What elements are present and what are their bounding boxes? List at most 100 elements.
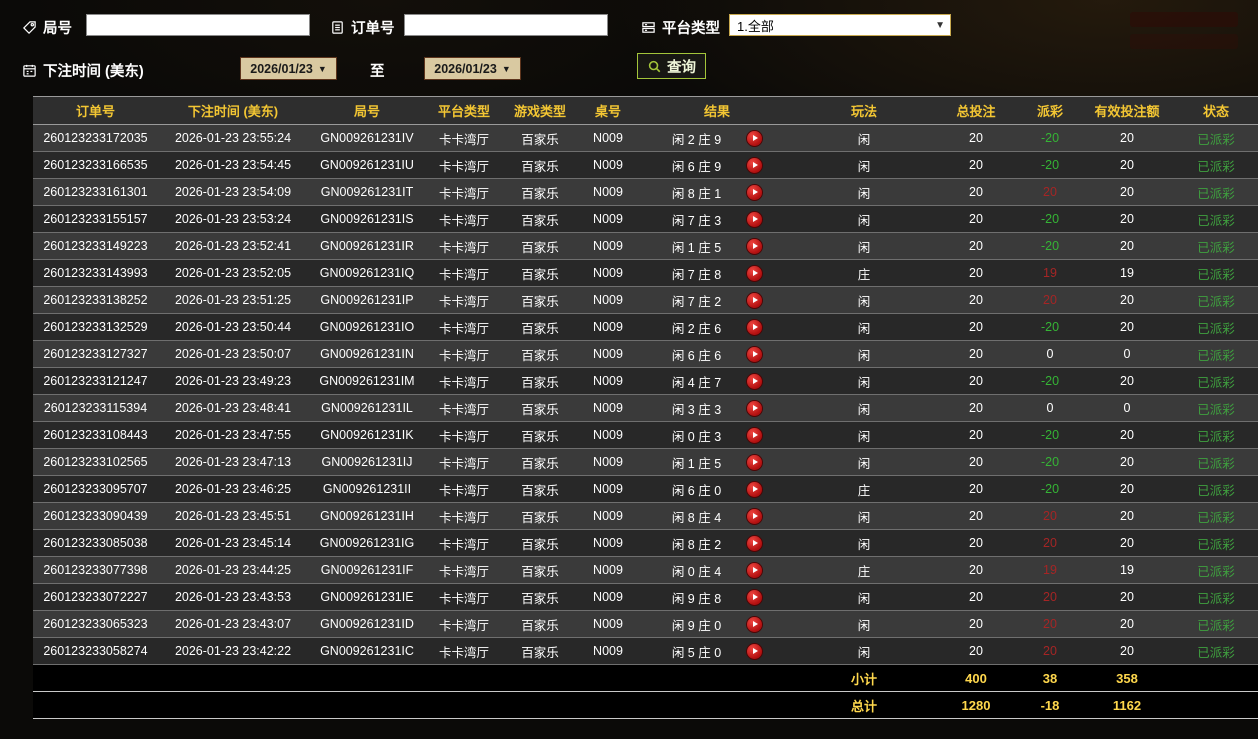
order-id: 260123233161301	[33, 178, 158, 206]
status-badge: 已派彩	[1174, 286, 1258, 314]
play-type: 闲	[796, 610, 932, 638]
replay-video-icon[interactable]	[747, 184, 763, 200]
replay-video-icon[interactable]	[747, 454, 763, 470]
total-bet: 20	[932, 448, 1020, 476]
replay-video-icon[interactable]	[747, 130, 763, 146]
valid-bet: 20	[1080, 637, 1174, 665]
platform-type: 卡卡湾厅	[426, 232, 502, 260]
platform-type: 卡卡湾厅	[426, 475, 502, 503]
result-cell: 闲 9 庄 8	[638, 583, 796, 611]
result-cell: 闲 1 庄 5	[638, 232, 796, 260]
col-header-game-type: 游戏类型	[502, 96, 578, 125]
platform-type: 卡卡湾厅	[426, 205, 502, 233]
payout-value: 20	[1020, 502, 1080, 530]
play-type: 闲	[796, 232, 932, 260]
payout-value: -20	[1020, 151, 1080, 179]
round-filter-group: 局号	[22, 17, 72, 38]
platform-select[interactable]: 1.全部 ▼	[729, 14, 951, 36]
replay-video-icon[interactable]	[747, 616, 763, 632]
status-badge: 已派彩	[1174, 367, 1258, 395]
game-type: 百家乐	[502, 232, 578, 260]
replay-video-icon[interactable]	[747, 589, 763, 605]
result-text: 闲 6 庄 6	[671, 348, 722, 363]
table-number: N009	[578, 475, 638, 503]
total-row: 总计 1280 -18 1162	[33, 691, 1258, 719]
filter-bar: 局号 订单号 平台类型 1.全部 ▼ 下注时间 (美东) 2026/01/23 …	[0, 0, 1258, 96]
platform-type: 卡卡湾厅	[426, 394, 502, 422]
table-row: 260123233127327 2026-01-23 23:50:07 GN00…	[33, 340, 1258, 368]
platform-type: 卡卡湾厅	[426, 556, 502, 584]
order-id: 260123233166535	[33, 151, 158, 179]
result-text: 闲 7 庄 3	[671, 213, 722, 228]
table-header: 订单号 下注时间 (美东) 局号 平台类型 游戏类型 桌号 结果 玩法 总投注 …	[33, 96, 1258, 125]
round-input[interactable]	[86, 14, 310, 36]
order-input[interactable]	[404, 14, 608, 36]
replay-video-icon[interactable]	[747, 562, 763, 578]
status-badge: 已派彩	[1174, 502, 1258, 530]
valid-bet: 20	[1080, 610, 1174, 638]
payout-value: -20	[1020, 475, 1080, 503]
platform-type: 卡卡湾厅	[426, 529, 502, 557]
round-id: GN009261231ID	[308, 610, 426, 638]
game-type: 百家乐	[502, 448, 578, 476]
tag-icon	[22, 20, 37, 35]
table-row: 260123233072227 2026-01-23 23:43:53 GN00…	[33, 583, 1258, 611]
payout-value: -20	[1020, 448, 1080, 476]
table-row: 260123233085038 2026-01-23 23:45:14 GN00…	[33, 529, 1258, 557]
result-cell: 闲 8 庄 4	[638, 502, 796, 530]
result-text: 闲 1 庄 5	[671, 240, 722, 255]
date-to-picker[interactable]: 2026/01/23 ▼	[424, 57, 521, 80]
background-decoration	[1130, 34, 1238, 49]
replay-video-icon[interactable]	[747, 508, 763, 524]
play-type: 闲	[796, 394, 932, 422]
valid-bet: 20	[1080, 232, 1174, 260]
total-bet: 20	[932, 151, 1020, 179]
replay-video-icon[interactable]	[747, 400, 763, 416]
replay-video-icon[interactable]	[747, 265, 763, 281]
platform-type: 卡卡湾厅	[426, 610, 502, 638]
replay-video-icon[interactable]	[747, 373, 763, 389]
bet-time-label: 下注时间 (美东)	[43, 64, 144, 80]
replay-video-icon[interactable]	[747, 535, 763, 551]
total-bet: 20	[932, 259, 1020, 287]
game-type: 百家乐	[502, 259, 578, 287]
replay-video-icon[interactable]	[747, 319, 763, 335]
table-footer: 小计 400 38 358 总计 1280 -18 1162	[33, 664, 1258, 719]
replay-video-icon[interactable]	[747, 346, 763, 362]
table-number: N009	[578, 205, 638, 233]
round-label: 局号	[43, 21, 72, 37]
replay-video-icon[interactable]	[747, 238, 763, 254]
round-id: GN009261231IU	[308, 151, 426, 179]
platform-type: 卡卡湾厅	[426, 313, 502, 341]
play-type: 闲	[796, 637, 932, 665]
col-header-status: 状态	[1174, 96, 1258, 125]
result-cell: 闲 1 庄 5	[638, 448, 796, 476]
query-button[interactable]: 查询	[637, 53, 706, 79]
game-type: 百家乐	[502, 151, 578, 179]
round-id: GN009261231IG	[308, 529, 426, 557]
date-from-picker[interactable]: 2026/01/23 ▼	[240, 57, 337, 80]
result-text: 闲 2 庄 6	[671, 321, 722, 336]
replay-video-icon[interactable]	[747, 211, 763, 227]
valid-bet: 20	[1080, 205, 1174, 233]
table-number: N009	[578, 583, 638, 611]
table-number: N009	[578, 556, 638, 584]
result-cell: 闲 7 庄 8	[638, 259, 796, 287]
col-header-table-no: 桌号	[578, 96, 638, 125]
replay-video-icon[interactable]	[747, 643, 763, 659]
replay-video-icon[interactable]	[747, 292, 763, 308]
replay-video-icon[interactable]	[747, 157, 763, 173]
round-id: GN009261231IL	[308, 394, 426, 422]
bet-time: 2026-01-23 23:55:24	[158, 124, 308, 152]
replay-video-icon[interactable]	[747, 427, 763, 443]
table-number: N009	[578, 124, 638, 152]
table-number: N009	[578, 178, 638, 206]
order-id: 260123233090439	[33, 502, 158, 530]
result-text: 闲 7 庄 8	[671, 267, 722, 282]
subtotal-valid-bet: 358	[1080, 664, 1174, 692]
result-cell: 闲 6 庄 9	[638, 151, 796, 179]
table-number: N009	[578, 502, 638, 530]
replay-video-icon[interactable]	[747, 481, 763, 497]
platform-type: 卡卡湾厅	[426, 286, 502, 314]
total-bet: 20	[932, 286, 1020, 314]
